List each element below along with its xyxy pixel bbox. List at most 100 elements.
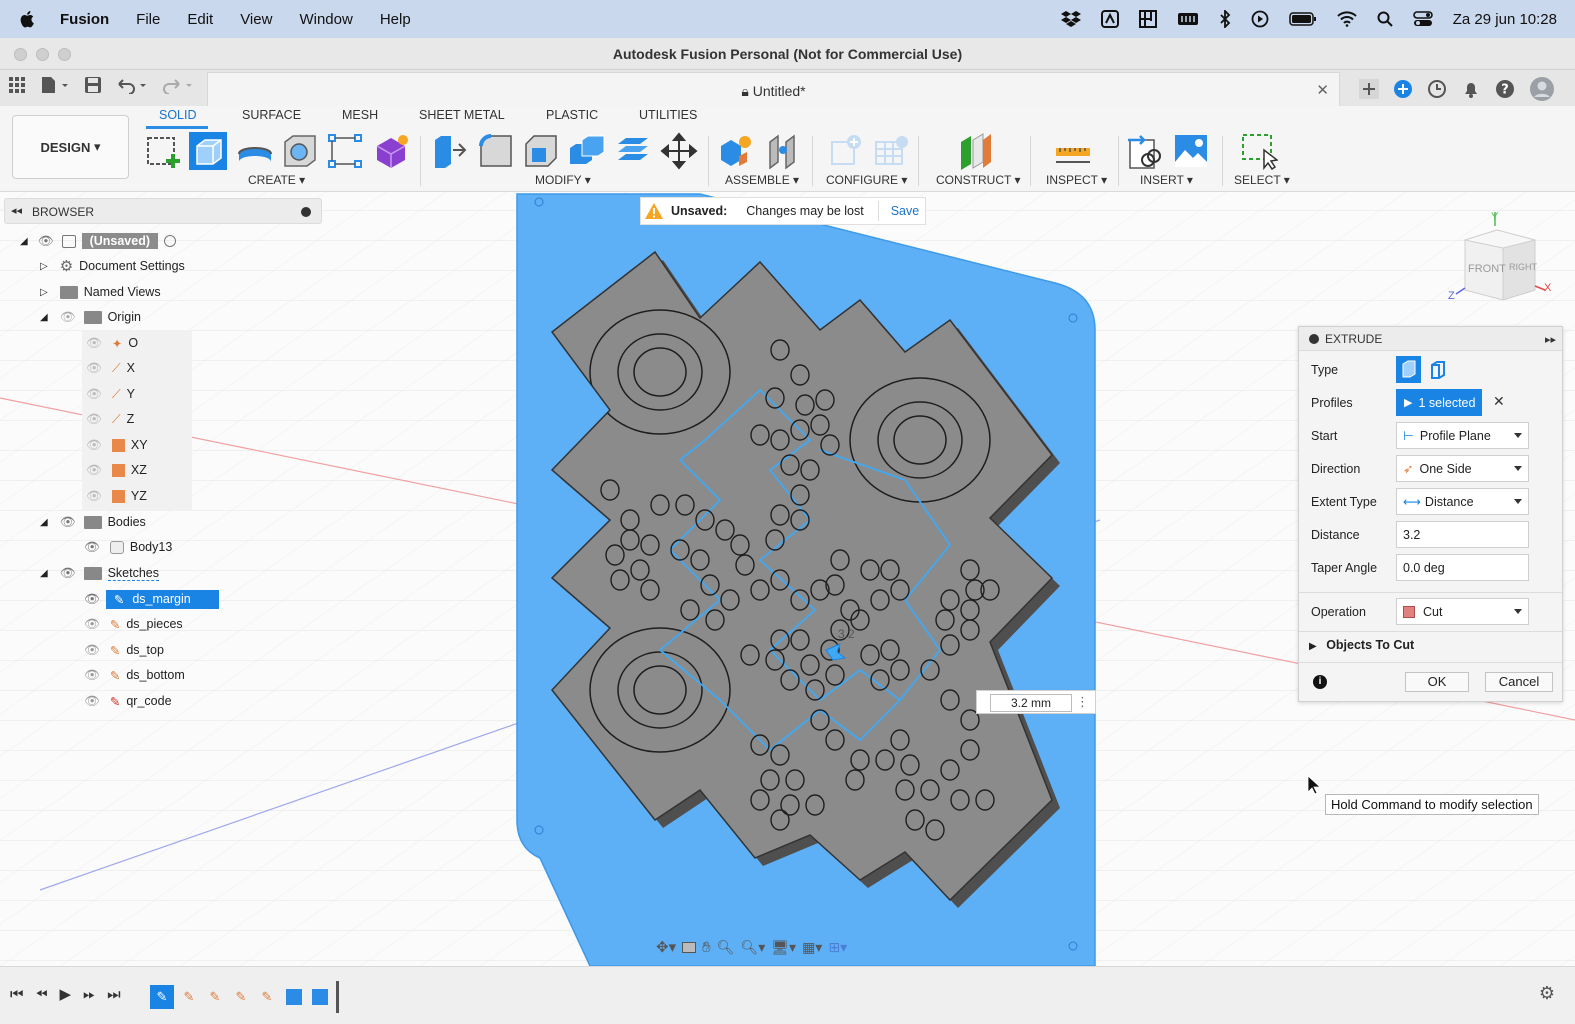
timeline-feature-sketch[interactable]: ✎ bbox=[230, 986, 252, 1008]
play-circle-icon[interactable] bbox=[1251, 10, 1269, 28]
shell-icon[interactable] bbox=[522, 132, 560, 170]
memory-icon[interactable] bbox=[1177, 11, 1199, 27]
group-insert[interactable]: INSERT ▾ bbox=[1140, 173, 1193, 187]
expand-triangle-icon[interactable]: ◢ bbox=[40, 517, 48, 528]
grid-app-icon[interactable] bbox=[1138, 10, 1157, 28]
extent-type-dropdown[interactable]: ⟷ Distance bbox=[1396, 488, 1529, 515]
selected-sketch-row[interactable]: ✎ ds_margin bbox=[105, 589, 219, 609]
tree-sketches[interactable]: ◢ 👁︎ Sketches bbox=[40, 562, 159, 584]
configure-grid-icon[interactable] bbox=[872, 132, 910, 170]
grid-settings-icon[interactable]: ▦▾ bbox=[802, 939, 822, 956]
save-icon[interactable] bbox=[84, 76, 102, 94]
tree-axis-z[interactable]: 👁︎ ⟋ Z bbox=[86, 408, 134, 430]
configure-table-icon[interactable] bbox=[828, 132, 866, 170]
fillet-icon[interactable] bbox=[477, 132, 515, 170]
offset-plane-icon[interactable] bbox=[957, 132, 995, 170]
tree-origin[interactable]: ◢ 👁︎ Origin bbox=[40, 306, 141, 328]
tree-plane-yz[interactable]: 👁︎ YZ bbox=[86, 485, 147, 507]
create-sketch-icon[interactable] bbox=[144, 132, 182, 170]
extrude-header[interactable]: EXTRUDE ▸▸ bbox=[1299, 327, 1562, 351]
timeline-feature-sketch[interactable]: ✎ bbox=[204, 986, 226, 1008]
tree-axis-x[interactable]: 👁︎ ⟋ X bbox=[86, 357, 135, 379]
apple-icon[interactable] bbox=[18, 9, 38, 29]
new-component-icon[interactable] bbox=[717, 132, 755, 170]
eye-hidden-icon[interactable]: 👁︎ bbox=[86, 489, 102, 504]
save-link[interactable]: Save bbox=[891, 204, 920, 218]
collapse-dialog-icon[interactable] bbox=[1309, 333, 1319, 344]
battery-icon[interactable] bbox=[1289, 12, 1317, 26]
workspace-switcher[interactable]: DESIGN ▾ bbox=[12, 115, 129, 179]
tree-root[interactable]: ◢ 👁︎ (Unsaved) bbox=[20, 230, 177, 252]
type-thin-extrude-icon[interactable] bbox=[1427, 358, 1449, 382]
press-pull-icon[interactable] bbox=[431, 132, 469, 170]
menu-window[interactable]: Window bbox=[299, 11, 352, 28]
eye-hidden-icon[interactable]: 👁︎ bbox=[60, 310, 76, 325]
tab-utilities[interactable]: UTILITIES bbox=[639, 108, 697, 122]
type-solid-button[interactable] bbox=[1396, 356, 1421, 383]
eye-hidden-icon[interactable]: 👁︎ bbox=[84, 668, 100, 683]
cancel-button[interactable]: Cancel bbox=[1485, 672, 1553, 692]
browser-pin-icon[interactable] bbox=[301, 207, 311, 217]
eye-icon[interactable]: 👁︎ bbox=[60, 566, 76, 581]
tab-plastic[interactable]: PLASTIC bbox=[546, 108, 598, 122]
eye-hidden-icon[interactable]: 👁︎ bbox=[86, 361, 102, 376]
eye-icon[interactable]: 👁︎ bbox=[38, 234, 54, 249]
timeline-feature-sketch[interactable]: ✎ bbox=[256, 986, 278, 1008]
info-icon[interactable]: i bbox=[1313, 675, 1327, 689]
group-configure[interactable]: CONFIGURE ▾ bbox=[826, 173, 907, 187]
tab-surface[interactable]: SURFACE bbox=[242, 108, 301, 122]
insert-derive-icon[interactable] bbox=[1126, 132, 1164, 170]
dropbox-icon[interactable] bbox=[1060, 10, 1081, 28]
tree-sketch-ds-bottom[interactable]: 👁︎ ✎ ds_bottom bbox=[84, 664, 185, 686]
notifications-bell-icon[interactable] bbox=[1461, 79, 1481, 99]
expand-triangle-icon[interactable]: ◢ bbox=[40, 568, 48, 579]
group-create[interactable]: CREATE ▾ bbox=[248, 173, 305, 187]
timeline-last-icon[interactable]: ⏭︎ bbox=[107, 986, 121, 1003]
collapsed-triangle-icon[interactable]: ▷ bbox=[40, 287, 48, 298]
eye-hidden-icon[interactable]: 👁︎ bbox=[86, 463, 102, 478]
eye-icon[interactable]: 👁︎ bbox=[84, 592, 100, 607]
tree-document-settings[interactable]: ▷ ⚙ Document Settings bbox=[40, 255, 185, 277]
help-icon[interactable]: ? bbox=[1495, 79, 1515, 99]
user-avatar[interactable] bbox=[1529, 76, 1555, 102]
autodesk-tray-icon[interactable] bbox=[1100, 10, 1119, 28]
pan-hand-icon[interactable]: ✋︎ bbox=[702, 939, 711, 956]
expand-triangle-icon[interactable]: ◢ bbox=[40, 312, 48, 323]
clear-selection-icon[interactable]: ✕ bbox=[1493, 393, 1505, 410]
start-dropdown[interactable]: ⊢ Profile Plane bbox=[1396, 422, 1529, 449]
expand-triangle-icon[interactable]: ◢ bbox=[20, 236, 28, 247]
hole-icon[interactable] bbox=[281, 132, 319, 170]
tree-plane-xy[interactable]: 👁︎ XY bbox=[86, 434, 148, 456]
new-tab-plus-icon[interactable] bbox=[1359, 79, 1379, 99]
tree-named-views[interactable]: ▷ Named Views bbox=[40, 281, 161, 303]
viewcube-right-label[interactable]: RIGHT bbox=[1509, 262, 1538, 272]
timeline-first-icon[interactable]: ⏮︎ bbox=[10, 986, 24, 1003]
redo-icon[interactable] bbox=[162, 76, 194, 94]
tab-mesh[interactable]: MESH bbox=[342, 108, 378, 122]
collapse-browser-icon[interactable]: ◂◂ bbox=[11, 204, 22, 217]
objects-to-cut-section[interactable]: ▶ Objects To Cut bbox=[1309, 638, 1414, 652]
menu-app-name[interactable]: Fusion bbox=[60, 11, 109, 28]
eye-hidden-icon[interactable]: 👁︎ bbox=[84, 694, 100, 709]
timeline-feature-sketch[interactable]: ✎ bbox=[178, 986, 200, 1008]
zoom-icon[interactable]: 🔍︎ bbox=[717, 939, 735, 956]
menu-help[interactable]: Help bbox=[380, 11, 411, 28]
select-window-icon[interactable] bbox=[1240, 132, 1278, 170]
wifi-icon[interactable] bbox=[1337, 11, 1357, 27]
distance-manipulator-input[interactable]: 3.2 mm bbox=[990, 694, 1072, 712]
tab-solid[interactable]: SOLID bbox=[159, 108, 197, 122]
group-inspect[interactable]: INSPECT ▾ bbox=[1046, 173, 1107, 187]
orbit-icon[interactable]: ✥▾ bbox=[656, 938, 676, 956]
menu-file[interactable]: File bbox=[136, 11, 160, 28]
timeline-previous-icon[interactable]: ⏪︎ bbox=[36, 986, 48, 1003]
tree-plane-xz[interactable]: 👁︎ XZ bbox=[86, 459, 147, 481]
eye-icon[interactable]: 👁︎ bbox=[84, 540, 100, 555]
eye-icon[interactable]: 👁︎ bbox=[60, 515, 76, 530]
viewports-icon[interactable]: ⊞▾ bbox=[828, 939, 847, 956]
timeline-feature-extrude[interactable] bbox=[312, 989, 328, 1005]
tree-body13[interactable]: 👁︎ Body13 bbox=[84, 536, 172, 558]
activate-radio-icon[interactable] bbox=[164, 235, 177, 247]
fit-zoom-icon[interactable]: 🔍︎▾ bbox=[740, 939, 765, 956]
eye-hidden-icon[interactable]: 👁︎ bbox=[86, 336, 102, 351]
eye-hidden-icon[interactable]: 👁︎ bbox=[86, 387, 102, 402]
